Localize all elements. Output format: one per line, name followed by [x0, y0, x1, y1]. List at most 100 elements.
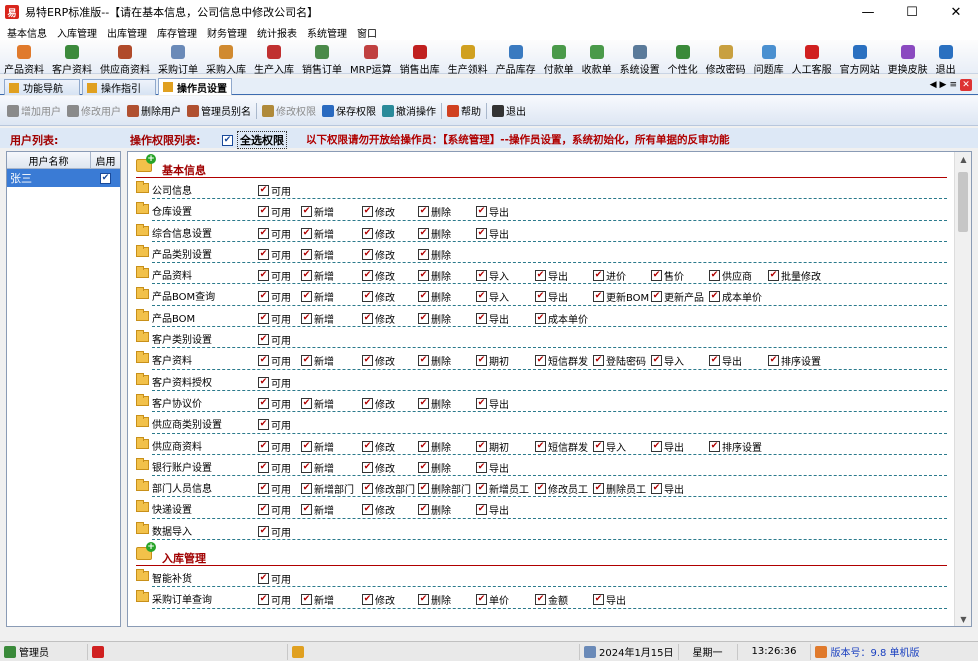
permission-checkbox[interactable]: ✔ 新增 — [301, 502, 334, 517]
action-button-1[interactable]: 修改用户 — [64, 103, 124, 118]
permission-checkbox[interactable]: ✔ 删除 — [418, 460, 451, 475]
permission-checkbox[interactable]: ✔ 导出 — [535, 289, 568, 304]
checkbox-check-icon[interactable]: ✔ — [593, 355, 604, 367]
permission-checkbox[interactable]: ✔ 修改 — [362, 353, 395, 368]
permission-checkbox[interactable]: ✔ 导出 — [535, 268, 568, 283]
checkbox-check-icon[interactable]: ✔ — [418, 397, 429, 409]
checkbox-check-icon[interactable]: ✔ — [258, 270, 269, 282]
permission-checkbox[interactable]: ✔ 可用 — [258, 396, 291, 411]
checkbox-check-icon[interactable]: ✔ — [651, 483, 662, 495]
permission-checkbox[interactable]: ✔ 删除 — [418, 502, 451, 517]
permission-checkbox[interactable]: ✔ 导出 — [476, 396, 509, 411]
checkbox-check-icon[interactable]: ✔ — [476, 206, 487, 218]
permission-checkbox[interactable]: ✔ 修改 — [362, 289, 395, 304]
toolbar-button-12[interactable]: 收款单 — [578, 40, 616, 76]
action-button-6[interactable]: 撤消操作 — [379, 103, 439, 118]
toolbar-button-14[interactable]: 个性化 — [664, 40, 702, 76]
permission-checkbox[interactable]: ✔ 可用 — [258, 417, 291, 432]
toolbar-button-19[interactable]: 更换皮肤 — [884, 40, 932, 76]
permission-checkbox[interactable]: ✔ 导出 — [476, 226, 509, 241]
checkbox-check-icon[interactable]: ✔ — [258, 355, 269, 367]
permission-checkbox[interactable]: ✔ 新增 — [301, 268, 334, 283]
toolbar-button-15[interactable]: 修改密码 — [702, 40, 750, 76]
checkbox-check-icon[interactable]: ✔ — [418, 355, 429, 367]
checkbox-check-icon[interactable]: ✔ — [535, 594, 546, 606]
select-all-checkbox[interactable]: ✔ 全选权限 — [222, 131, 287, 149]
checkbox-check-icon[interactable]: ✔ — [362, 594, 373, 606]
checkbox-check-icon[interactable]: ✔ — [362, 440, 373, 452]
permission-checkbox[interactable]: ✔ 排序设置 — [709, 439, 762, 454]
toolbar-button-0[interactable]: 产品资料 — [0, 40, 48, 76]
permission-checkbox[interactable]: ✔ 导出 — [651, 481, 684, 496]
permission-checkbox[interactable]: ✔ 导出 — [709, 353, 742, 368]
action-button-5[interactable]: 保存权限 — [319, 103, 379, 118]
checkbox-check-icon[interactable]: ✔ — [258, 312, 269, 324]
permission-checkbox[interactable]: ✔ 修改 — [362, 502, 395, 517]
permission-checkbox[interactable]: ✔ 新增员工 — [476, 481, 529, 496]
permission-checkbox[interactable]: ✔ 批量修改 — [768, 268, 821, 283]
permission-checkbox[interactable]: ✔ 可用 — [258, 502, 291, 517]
checkbox-check-icon[interactable]: ✔ — [301, 291, 312, 303]
permission-checkbox[interactable]: ✔ 售价 — [651, 268, 684, 283]
permission-checkbox[interactable]: ✔ 可用 — [258, 571, 291, 586]
permission-checkbox[interactable]: ✔ 可用 — [258, 592, 291, 607]
permission-checkbox[interactable]: ✔ 导入 — [476, 268, 509, 283]
permission-checkbox[interactable]: ✔ 成本单价 — [709, 289, 762, 304]
checkbox-check-icon[interactable]: ✔ — [535, 291, 546, 303]
scroll-down-icon[interactable]: ▼ — [955, 612, 971, 626]
user-enabled-checkbox[interactable]: ✔ — [100, 172, 111, 184]
permission-checkbox[interactable]: ✔ 导入 — [476, 289, 509, 304]
checkbox-check-icon[interactable]: ✔ — [301, 504, 312, 516]
tab-scroll-left-icon[interactable]: ◀ — [930, 80, 937, 90]
checkbox-check-icon[interactable]: ✔ — [593, 270, 604, 282]
permission-checkbox[interactable]: ✔ 新增 — [301, 247, 334, 262]
permission-checkbox[interactable]: ✔ 修改 — [362, 226, 395, 241]
checkbox-check-icon[interactable]: ✔ — [301, 248, 312, 260]
checkbox-check-icon[interactable]: ✔ — [301, 206, 312, 218]
checkbox-check-icon[interactable]: ✔ — [362, 397, 373, 409]
permission-checkbox[interactable]: ✔ 导出 — [476, 311, 509, 326]
toolbar-button-16[interactable]: 问题库 — [750, 40, 788, 76]
permission-checkbox[interactable]: ✔ 导出 — [651, 439, 684, 454]
permission-checkbox[interactable]: ✔ 短信群发 — [535, 439, 588, 454]
scroll-up-icon[interactable]: ▲ — [955, 152, 971, 166]
toolbar-button-13[interactable]: 系统设置 — [616, 40, 664, 76]
checkbox-check-icon[interactable]: ✔ — [301, 270, 312, 282]
permission-checkbox[interactable]: ✔ 修改 — [362, 247, 395, 262]
permission-checkbox[interactable]: ✔ 导入 — [593, 439, 626, 454]
checkbox-check-icon[interactable]: ✔ — [362, 206, 373, 218]
checkbox-check-icon[interactable]: ✔ — [258, 483, 269, 495]
permission-checkbox[interactable]: ✔ 修改 — [362, 311, 395, 326]
checkbox-check-icon[interactable]: ✔ — [476, 594, 487, 606]
maximize-button[interactable]: ☐ — [890, 0, 934, 24]
permission-checkbox[interactable]: ✔ 删除部门 — [418, 481, 471, 496]
menu-item-2[interactable]: 出库管理 — [102, 25, 152, 40]
permission-checkbox[interactable]: ✔ 期初 — [476, 353, 509, 368]
checkbox-check-icon[interactable]: ✔ — [258, 227, 269, 239]
checkbox-check-icon[interactable]: ✔ — [651, 270, 662, 282]
permission-checkbox[interactable]: ✔ 修改 — [362, 268, 395, 283]
checkbox-check-icon[interactable]: ✔ — [258, 419, 269, 431]
checkbox-check-icon[interactable]: ✔ — [258, 397, 269, 409]
tab-scroll-right-icon[interactable]: ▶ — [940, 80, 947, 90]
user-row[interactable]: 张三 ✔ — [7, 169, 120, 187]
permission-checkbox[interactable]: ✔ 新增 — [301, 226, 334, 241]
checkbox-check-icon[interactable]: ✔ — [593, 483, 604, 495]
checkbox-check-icon[interactable]: ✔ — [476, 504, 487, 516]
permission-checkbox[interactable]: ✔ 修改 — [362, 396, 395, 411]
checkbox-check-icon[interactable]: ✔ — [709, 291, 720, 303]
menu-item-5[interactable]: 统计报表 — [252, 25, 302, 40]
checkbox-check-icon[interactable]: ✔ — [258, 376, 269, 388]
permission-checkbox[interactable]: ✔ 可用 — [258, 460, 291, 475]
close-button[interactable]: ✕ — [934, 0, 978, 24]
permission-checkbox[interactable]: ✔ 可用 — [258, 183, 291, 198]
permission-checkbox[interactable]: ✔ 修改 — [362, 439, 395, 454]
checkbox-check-icon[interactable]: ✔ — [768, 355, 779, 367]
checkbox-check-icon[interactable]: ✔ — [258, 291, 269, 303]
permission-checkbox[interactable]: ✔ 删除 — [418, 204, 451, 219]
action-button-0[interactable]: 增加用户 — [4, 103, 64, 118]
tab-list-icon[interactable]: ≡ — [949, 80, 957, 90]
toolbar-button-3[interactable]: 采购订单 — [154, 40, 202, 76]
checkbox-check-icon[interactable]: ✔ — [476, 483, 487, 495]
checkbox-check-icon[interactable]: ✔ — [476, 397, 487, 409]
